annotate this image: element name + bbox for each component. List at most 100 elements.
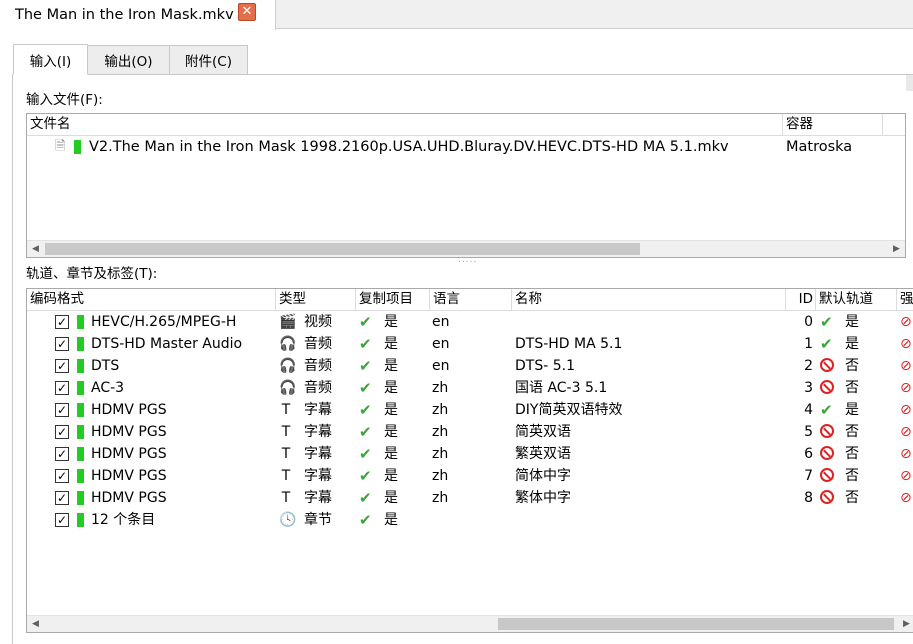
track-codec: AC-3 xyxy=(91,380,125,396)
track-name: 简体中字 xyxy=(515,468,571,484)
copy-check-icon: ✔ xyxy=(359,467,372,485)
tracks-list[interactable]: 编码格式 类型 复制项目 语言 名称 ID 默认轨道 强 ✓ HEVC/H.26… xyxy=(26,288,913,633)
track-name: 繁体中字 xyxy=(515,490,571,506)
headphones-icon: 🎧 xyxy=(279,380,297,396)
track-language: en xyxy=(432,358,450,374)
text-icon: Ｔ xyxy=(279,402,293,418)
column-header-language[interactable]: 语言 xyxy=(430,289,512,311)
track-default: 否 xyxy=(845,380,859,396)
track-checkbox[interactable]: ✓ xyxy=(55,469,69,483)
copy-check-icon: ✔ xyxy=(359,357,372,375)
forced-icon: ⊘ xyxy=(900,446,912,462)
document-tab[interactable]: The Man in the Iron Mask.mkv xyxy=(0,0,276,30)
track-row[interactable]: ✓ DTS 🎧 音频 ✔ 是 en DTS- 5.1 2 否 ⊘ xyxy=(27,355,913,377)
text-icon: Ｔ xyxy=(279,446,293,462)
track-row[interactable]: ✓ HDMV PGS Ｔ 字幕 ✔ 是 zh 繁体中字 8 否 ⊘ xyxy=(27,487,913,509)
track-language: zh xyxy=(432,446,449,462)
column-header-id[interactable]: ID xyxy=(786,289,816,311)
track-language: zh xyxy=(432,380,449,396)
scroll-thumb[interactable] xyxy=(498,618,894,630)
track-copy: 是 xyxy=(384,380,398,396)
scroll-left-icon[interactable]: ◀ xyxy=(27,616,44,632)
track-type: 章节 xyxy=(304,512,332,528)
track-name: 国语 AC-3 5.1 xyxy=(515,380,608,396)
scroll-right-icon[interactable]: ▶ xyxy=(888,241,905,257)
track-type: 字幕 xyxy=(304,446,332,462)
track-language: zh xyxy=(432,468,449,484)
file-container: Matroska xyxy=(786,139,853,155)
track-checkbox[interactable]: ✓ xyxy=(55,359,69,373)
enabled-indicator xyxy=(77,469,84,483)
column-header-codec[interactable]: 编码格式 xyxy=(27,289,276,311)
file-name: V2.The Man in the Iron Mask 1998.2160p.U… xyxy=(89,139,729,155)
track-type: 字幕 xyxy=(304,468,332,484)
enabled-indicator xyxy=(77,403,84,417)
column-header-type[interactable]: 类型 xyxy=(276,289,356,311)
track-row[interactable]: ✓ AC-3 🎧 音频 ✔ 是 zh 国语 AC-3 5.1 3 否 ⊘ xyxy=(27,377,913,399)
track-default: 否 xyxy=(845,490,859,506)
enabled-indicator xyxy=(77,425,84,439)
enabled-indicator xyxy=(77,491,84,505)
input-file-row[interactable]: 🗎 V2.The Man in the Iron Mask 1998.2160p… xyxy=(27,136,905,158)
track-row[interactable]: ✓ HDMV PGS Ｔ 字幕 ✔ 是 zh 简英双语 5 否 ⊘ xyxy=(27,421,913,443)
track-checkbox[interactable]: ✓ xyxy=(55,491,69,505)
track-id: 0 xyxy=(804,314,813,330)
copy-check-icon: ✔ xyxy=(359,445,372,463)
track-checkbox[interactable]: ✓ xyxy=(55,447,69,461)
track-codec: 12 个条目 xyxy=(91,512,156,528)
scroll-thumb[interactable] xyxy=(45,243,640,255)
column-header-filename[interactable]: 文件名 xyxy=(27,114,783,136)
column-header-forced[interactable]: 强 xyxy=(897,289,913,311)
tracks-hscrollbar[interactable]: ◀ ▶ xyxy=(27,615,913,632)
close-tab-icon[interactable]: ✕ xyxy=(238,3,256,21)
column-header-copy[interactable]: 复制项目 xyxy=(356,289,430,311)
track-row[interactable]: ✓ HDMV PGS Ｔ 字幕 ✔ 是 zh 繁英双语 6 否 ⊘ xyxy=(27,443,913,465)
input-files-list[interactable]: 文件名 容器 🗎 V2.The Man in the Iron Mask 199… xyxy=(26,113,906,258)
track-copy: 是 xyxy=(384,468,398,484)
copy-check-icon: ✔ xyxy=(359,313,372,331)
track-name: DTS-HD MA 5.1 xyxy=(515,336,623,352)
default-check-icon: ✔ xyxy=(820,335,833,353)
track-language: en xyxy=(432,314,450,330)
track-row[interactable]: ✓ HDMV PGS Ｔ 字幕 ✔ 是 zh DIY简英双语特效 4 ✔ 是 ⊘ xyxy=(27,399,913,421)
tab-input[interactable]: 输入(I) xyxy=(13,44,88,75)
track-checkbox[interactable]: ✓ xyxy=(55,403,69,417)
copy-check-icon: ✔ xyxy=(359,379,372,397)
copy-check-icon: ✔ xyxy=(359,335,372,353)
track-row[interactable]: ✓ DTS-HD Master Audio 🎧 音频 ✔ 是 en DTS-HD… xyxy=(27,333,913,355)
enabled-indicator xyxy=(77,513,84,527)
track-row[interactable]: ✓ HEVC/H.265/MPEG-H 🎬 视频 ✔ 是 en 0 ✔ 是 ⊘ xyxy=(27,311,913,333)
enabled-indicator xyxy=(77,447,84,461)
forced-icon: ⊘ xyxy=(900,336,912,352)
track-name: DTS- 5.1 xyxy=(515,358,575,374)
tab-output[interactable]: 输出(O) xyxy=(87,45,170,75)
track-row[interactable]: ✓ 12 个条目 🕓 章节 ✔ 是 xyxy=(27,509,913,531)
default-no-icon xyxy=(820,487,834,509)
tab-attachments[interactable]: 附件(C) xyxy=(169,45,248,75)
column-header-name[interactable]: 名称 xyxy=(512,289,786,311)
default-no-icon xyxy=(820,421,834,443)
copy-check-icon: ✔ xyxy=(359,511,372,529)
track-type: 字幕 xyxy=(304,402,332,418)
scroll-right-icon[interactable]: ▶ xyxy=(898,616,913,632)
track-type: 音频 xyxy=(304,336,332,352)
track-checkbox[interactable]: ✓ xyxy=(55,337,69,351)
enabled-indicator xyxy=(77,315,84,329)
scroll-left-icon[interactable]: ◀ xyxy=(27,241,44,257)
right-edge-scroll[interactable] xyxy=(906,75,913,91)
splitter-handle[interactable]: ..... xyxy=(458,255,477,265)
track-checkbox[interactable]: ✓ xyxy=(55,381,69,395)
track-id: 7 xyxy=(804,468,813,484)
track-codec: HDMV PGS xyxy=(91,424,167,440)
track-copy: 是 xyxy=(384,314,398,330)
track-checkbox[interactable]: ✓ xyxy=(55,513,69,527)
column-header-default[interactable]: 默认轨道 xyxy=(816,289,897,311)
track-codec: HDMV PGS xyxy=(91,490,167,506)
default-no-icon xyxy=(820,355,834,377)
text-icon: Ｔ xyxy=(279,424,293,440)
track-checkbox[interactable]: ✓ xyxy=(55,425,69,439)
column-header-container[interactable]: 容器 xyxy=(783,114,883,136)
default-check-icon: ✔ xyxy=(820,401,833,419)
track-checkbox[interactable]: ✓ xyxy=(55,315,69,329)
track-row[interactable]: ✓ HDMV PGS Ｔ 字幕 ✔ 是 zh 简体中字 7 否 ⊘ xyxy=(27,465,913,487)
